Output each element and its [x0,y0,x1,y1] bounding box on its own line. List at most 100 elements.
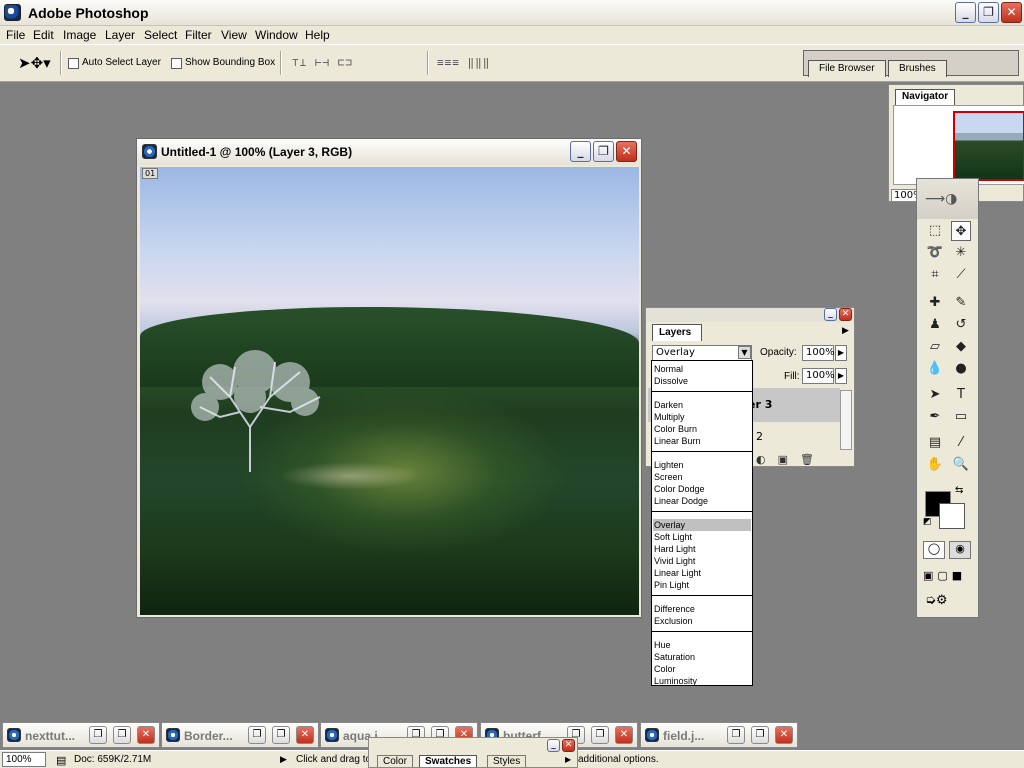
blend-mode-option[interactable]: Linear Burn [653,435,751,447]
minimize-button[interactable]: _ [955,2,976,23]
layers-minimize-button[interactable]: _ [824,308,837,321]
adobe-online-icon[interactable]: ⟶◑ [925,191,957,207]
pen-tool-icon[interactable]: ✒ [925,407,945,427]
blend-mode-option[interactable]: Color Burn [653,423,751,435]
document-info-icon[interactable]: ▤ [56,754,66,767]
menu-window[interactable]: Window [255,28,298,42]
menu-edit[interactable]: Edit [33,28,54,42]
doc-maximize-button[interactable]: ❐ [751,726,769,744]
swap-colors-icon[interactable]: ⇆ [955,485,963,496]
fill-field[interactable]: 100% [802,368,835,384]
move-tool-preset-icon[interactable]: ➤✥▾ [18,54,51,72]
zoom-tool-icon[interactable]: 🔍 [951,455,971,475]
blend-mode-option[interactable]: Saturation [653,651,751,663]
opacity-slider-arrow-icon[interactable]: ▶ [835,345,847,361]
doc-restore-button[interactable]: ❐ [89,726,107,744]
blend-mode-option[interactable]: Pin Light [653,579,751,591]
history-brush-tool-icon[interactable]: ↺ [951,315,971,335]
screen-mode-icons[interactable]: ▣▢■ [923,569,966,582]
path-select-tool-icon[interactable]: ➤ [925,385,945,405]
layers-close-button[interactable]: ✕ [839,308,852,321]
doc-close-button[interactable]: ✕ [615,726,633,744]
move-tool-icon[interactable]: ✥ [951,221,971,241]
menu-layer[interactable]: Layer [105,28,135,42]
menu-filter[interactable]: Filter [185,28,212,42]
distribute-icons[interactable]: ≡≡≡ ‖‖‖ [437,56,490,69]
background-color-swatch[interactable] [939,503,965,529]
blend-mode-option[interactable]: Hue [653,639,751,651]
menu-select[interactable]: Select [144,28,177,42]
navigator-tab[interactable]: Navigator [895,89,955,105]
shape-tool-icon[interactable]: ▭ [951,407,971,427]
type-tool-icon[interactable]: T [951,385,971,405]
notes-tool-icon[interactable]: ▤ [925,433,945,453]
blend-mode-option[interactable]: Lighten [653,459,751,471]
menu-help[interactable]: Help [305,28,330,42]
doc-restore-button[interactable]: ❐ [593,141,614,162]
color-tab[interactable]: Color [377,755,413,767]
doc-close-button[interactable]: ✕ [296,726,314,744]
status-menu-arrow-icon[interactable]: ▶ [280,754,287,765]
bucket-tool-icon[interactable]: ◆ [951,337,971,357]
layer-bottom-icons[interactable]: ◐▣🗑 [756,453,826,466]
minimized-doc[interactable]: field.j... ❐ ❐ ✕ [640,722,798,748]
restore-button[interactable]: ❐ [978,2,999,23]
blend-mode-option[interactable]: Color Dodge [653,483,751,495]
doc-restore-button[interactable]: ❐ [727,726,745,744]
blend-mode-option[interactable]: Linear Light [653,567,751,579]
opacity-field[interactable]: 100% [802,345,835,361]
layers-tab[interactable]: Layers [652,324,702,341]
slice-tool-icon[interactable]: ⟋ [951,265,971,285]
layers-scrollbar[interactable] [840,390,852,450]
quick-mask-icon[interactable]: ◉ [949,541,971,559]
blend-mode-dropdown-arrow-icon[interactable]: ▼ [738,346,751,359]
swatches-menu-arrow-icon[interactable]: ▶ [565,755,571,764]
marquee-tool-icon[interactable]: ⬚ [925,221,945,241]
auto-select-layer-checkbox[interactable] [68,58,79,69]
brushes-tab[interactable]: Brushes [888,60,947,77]
doc-maximize-button[interactable]: ❐ [591,726,609,744]
healing-tool-icon[interactable]: ✚ [925,293,945,313]
blend-mode-option[interactable]: Dissolve [653,375,751,387]
blend-mode-option[interactable]: Luminosity [653,675,751,687]
doc-close-button[interactable]: ✕ [775,726,793,744]
close-button[interactable]: ✕ [1001,2,1022,23]
menu-image[interactable]: Image [63,28,96,42]
hand-tool-icon[interactable]: ✋ [925,455,945,475]
eraser-tool-icon[interactable]: ▱ [925,337,945,357]
doc-restore-button[interactable]: ❐ [248,726,266,744]
blend-mode-option[interactable]: Vivid Light [653,555,751,567]
blend-mode-option[interactable]: Darken [653,399,751,411]
blend-mode-option[interactable]: Hard Light [653,543,751,555]
image-canvas[interactable]: 01 [140,167,639,615]
doc-close-button[interactable]: ✕ [137,726,155,744]
stamp-tool-icon[interactable]: ♟ [925,315,945,335]
minimized-doc[interactable]: Border... ❐ ❐ ✕ [161,722,319,748]
blend-mode-option[interactable]: Exclusion [653,615,751,627]
magic-wand-tool-icon[interactable]: ✳ [951,243,971,263]
toolbox-header[interactable]: ⟶◑ [917,179,978,219]
minimized-doc[interactable]: nexttut... ❐ ❐ ✕ [2,722,160,748]
doc-close-button[interactable]: ✕ [616,141,637,162]
lasso-tool-icon[interactable]: ➰ [925,243,945,263]
menu-view[interactable]: View [221,28,247,42]
blend-mode-option[interactable]: Linear Dodge [653,495,751,507]
default-colors-icon[interactable]: ◩ [923,517,932,527]
blend-mode-option[interactable]: Difference [653,603,751,615]
blend-mode-option[interactable]: Color [653,663,751,675]
blend-mode-option[interactable]: Multiply [653,411,751,423]
swatches-close-button[interactable]: ✕ [562,739,575,752]
blend-mode-list[interactable]: Normal Dissolve Darken Multiply Color Burn Li… [651,360,753,686]
blend-mode-option[interactable]: Soft Light [653,531,751,543]
navigator-view-box[interactable] [953,111,1024,181]
blend-mode-option[interactable]: Normal [653,363,751,375]
blend-mode-select[interactable]: Overlay [652,345,752,361]
menu-file[interactable]: File [6,28,25,42]
align-icons[interactable]: ⊤⊥ ⊢⊣ ⊏⊐ [292,56,353,69]
brush-tool-icon[interactable]: ✎ [951,293,971,313]
styles-tab[interactable]: Styles [487,755,527,767]
swatches-minimize-button[interactable]: _ [547,739,560,752]
blend-mode-option[interactable]: Overlay [653,519,751,531]
show-bounding-box-checkbox[interactable] [171,58,182,69]
blend-mode-option[interactable]: Screen [653,471,751,483]
